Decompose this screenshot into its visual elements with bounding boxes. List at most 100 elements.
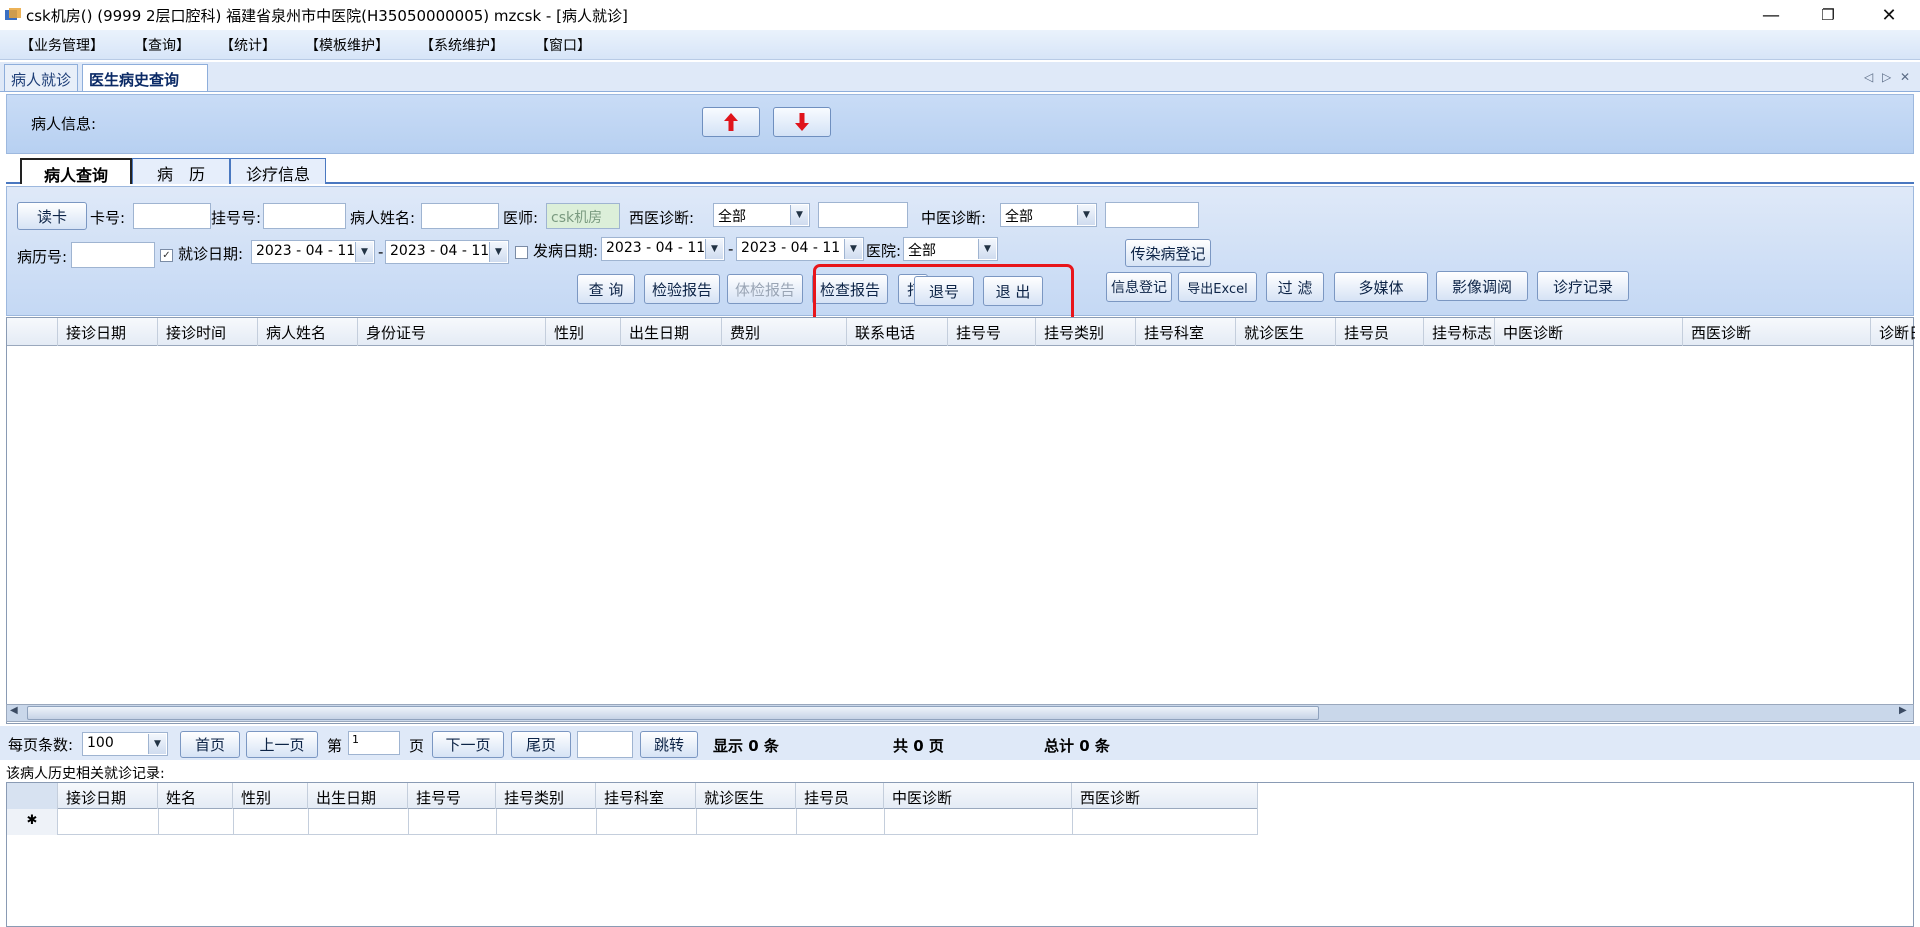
tab-treatment-info[interactable]: 诊疗信息 <box>230 158 326 184</box>
card-no-input[interactable] <box>133 203 211 229</box>
chevron-down-icon[interactable]: ▼ <box>148 734 166 754</box>
tab-medical-record[interactable]: 病 历 <box>132 158 230 184</box>
close-button[interactable]: ✕ <box>1866 2 1912 28</box>
grid-col-header[interactable]: 挂号类别 <box>1036 318 1136 346</box>
onset-date-from[interactable]: 2023 - 04 - 11 ▼ <box>601 237 725 261</box>
menu-business[interactable]: 【业务管理】 <box>20 35 104 55</box>
prev-page-button[interactable]: 上一页 <box>246 731 318 758</box>
history-col-header[interactable]: 性别 <box>233 783 308 809</box>
grid-col-header[interactable]: 挂号号 <box>948 318 1036 346</box>
history-col-header[interactable]: 挂号员 <box>796 783 884 809</box>
jump-page-input[interactable] <box>577 731 633 758</box>
reg-no-input[interactable] <box>263 203 346 229</box>
history-new-row[interactable]: ✱ <box>7 809 1258 835</box>
grid-col-header[interactable]: 费别 <box>722 318 847 346</box>
horizontal-scrollbar[interactable]: ◀ ▶ <box>6 704 1914 722</box>
last-page-button[interactable]: 尾页 <box>511 731 571 758</box>
visit-date-from[interactable]: 2023 - 04 - 11 ▼ <box>251 240 375 264</box>
grid-col-header[interactable]: 挂号员 <box>1336 318 1424 346</box>
menu-template[interactable]: 【模板维护】 <box>305 35 389 55</box>
grid-col-header[interactable]: 身份证号 <box>358 318 546 346</box>
scroll-right-icon[interactable]: ▶ <box>1899 705 1907 716</box>
history-col-header[interactable]: 接诊日期 <box>58 783 158 809</box>
restore-button[interactable]: ❐ <box>1805 2 1851 28</box>
onset-date-checkbox[interactable] <box>515 246 528 259</box>
tab-close-icon[interactable]: ✕ <box>1900 70 1910 84</box>
scroll-left-icon[interactable]: ◀ <box>10 705 18 716</box>
grid-col-header[interactable]: 就诊医生 <box>1236 318 1336 346</box>
grid-col-header[interactable]: 挂号科室 <box>1136 318 1236 346</box>
first-page-button[interactable]: 首页 <box>180 731 240 758</box>
patient-grid[interactable]: 接诊日期 接诊时间 病人姓名 身份证号 性别 出生日期 费别 联系电话 挂号号 … <box>6 317 1915 724</box>
multimedia-button[interactable]: 多媒体 <box>1334 272 1428 302</box>
read-card-button[interactable]: 读卡 <box>17 202 87 230</box>
tab-patient-visit[interactable]: 病人就诊 <box>4 64 79 91</box>
calendar-dropdown-icon[interactable]: ▼ <box>844 239 862 259</box>
cell-divider <box>496 809 497 835</box>
grid-col-header[interactable]: 挂号标志 <box>1424 318 1495 346</box>
western-diag-input[interactable] <box>818 202 908 228</box>
onset-date-to[interactable]: 2023 - 04 - 11 ▼ <box>736 237 864 261</box>
next-page-button[interactable]: 下一页 <box>432 731 504 758</box>
page-number-input[interactable]: 1 <box>348 731 400 755</box>
history-col-header[interactable]: 出生日期 <box>308 783 408 809</box>
patient-name-input[interactable] <box>421 203 499 229</box>
visit-date-checkbox[interactable]: ✓ <box>160 249 173 262</box>
move-down-button[interactable] <box>773 107 831 137</box>
visit-date-to[interactable]: 2023 - 04 - 11 ▼ <box>385 240 509 264</box>
grid-col-header[interactable]: 病人姓名 <box>258 318 358 346</box>
info-registration-button[interactable]: 信息登记 <box>1106 272 1172 302</box>
history-grid[interactable]: 接诊日期 姓名 性别 出生日期 挂号号 挂号类别 挂号科室 就诊医生 挂号员 中… <box>6 782 1914 927</box>
history-col-header[interactable]: 西医诊断 <box>1072 783 1258 809</box>
history-col-header[interactable]: 挂号类别 <box>496 783 596 809</box>
lab-report-button[interactable]: 检验报告 <box>644 274 720 304</box>
grid-col-header[interactable]: 诊断日 <box>1871 318 1915 346</box>
jump-button[interactable]: 跳转 <box>640 731 698 758</box>
total-count: 总计 0 条 <box>1044 737 1110 755</box>
menu-system[interactable]: 【系统维护】 <box>420 35 504 55</box>
calendar-dropdown-icon[interactable]: ▼ <box>355 242 373 262</box>
tcm-diag-input[interactable] <box>1105 202 1199 228</box>
menu-statistics[interactable]: 【统计】 <box>220 35 276 55</box>
page-size-label: 每页条数: <box>8 736 74 754</box>
tab-prev-icon[interactable]: ◁ <box>1864 70 1873 84</box>
export-excel-button[interactable]: 导出Excel <box>1178 272 1257 302</box>
tab-doctor-history[interactable]: 医生病史查询 <box>82 64 209 91</box>
minimize-button[interactable]: — <box>1748 2 1794 28</box>
grid-col-header[interactable]: 中医诊断 <box>1495 318 1683 346</box>
calendar-dropdown-icon[interactable]: ▼ <box>705 239 723 259</box>
grid-col-header[interactable]: 接诊时间 <box>158 318 258 346</box>
western-diag-select[interactable]: 全部 ▼ <box>713 203 810 227</box>
grid-col-header[interactable]: 联系电话 <box>847 318 948 346</box>
query-button[interactable]: 查 询 <box>577 274 635 304</box>
tab-next-icon[interactable]: ▷ <box>1882 70 1891 84</box>
chevron-down-icon[interactable]: ▼ <box>978 239 996 259</box>
tcm-diag-select[interactable]: 全部 ▼ <box>1000 203 1097 227</box>
hospital-select[interactable]: 全部 ▼ <box>903 237 998 261</box>
grid-col-header[interactable]: 接诊日期 <box>58 318 158 346</box>
physical-report-button[interactable]: 体检报告 <box>727 274 803 304</box>
tab-patient-query[interactable]: 病人查询 <box>20 158 132 185</box>
history-col-header[interactable]: 中医诊断 <box>884 783 1072 809</box>
filter-button[interactable]: 过 滤 <box>1266 272 1324 302</box>
record-no-input[interactable] <box>71 242 155 268</box>
imaging-button[interactable]: 影像调阅 <box>1436 271 1528 301</box>
move-up-button[interactable] <box>702 107 760 137</box>
chevron-down-icon[interactable]: ▼ <box>790 205 808 225</box>
scrollbar-thumb[interactable] <box>27 706 1319 720</box>
infect-report-button[interactable]: 传染病登记 <box>1125 239 1211 267</box>
history-col-header[interactable]: 挂号号 <box>408 783 496 809</box>
page-size-select[interactable]: 100 ▼ <box>82 732 168 756</box>
menu-query[interactable]: 【查询】 <box>134 35 190 55</box>
history-col-header[interactable]: 就诊医生 <box>696 783 796 809</box>
calendar-dropdown-icon[interactable]: ▼ <box>489 242 507 262</box>
grid-col-header[interactable]: 性别 <box>546 318 621 346</box>
grid-col-header[interactable]: 西医诊断 <box>1683 318 1871 346</box>
history-col-header[interactable]: 挂号科室 <box>596 783 696 809</box>
patient-info-panel: 病人信息: <box>6 94 1914 154</box>
chevron-down-icon[interactable]: ▼ <box>1077 205 1095 225</box>
grid-col-header[interactable]: 出生日期 <box>621 318 722 346</box>
menu-window[interactable]: 【窗口】 <box>535 35 591 55</box>
treatment-record-button[interactable]: 诊疗记录 <box>1537 271 1629 301</box>
history-col-header[interactable]: 姓名 <box>158 783 233 809</box>
